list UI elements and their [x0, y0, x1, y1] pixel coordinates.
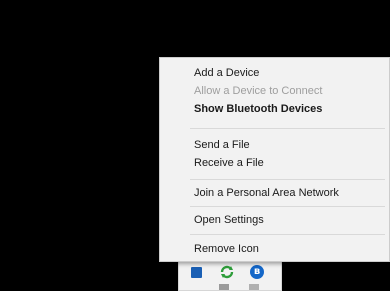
menu-separator — [190, 128, 385, 129]
app-icon[interactable] — [188, 264, 204, 280]
sync-arrows-icon[interactable] — [219, 264, 235, 280]
menu-separator — [190, 179, 385, 180]
menu-item-join-pan[interactable]: Join a Personal Area Network — [160, 183, 389, 203]
tray-icon-partial — [249, 284, 259, 290]
menu-separator — [190, 206, 385, 207]
bluetooth-glyph: ʙ — [250, 265, 264, 279]
bluetooth-context-menu: Add a Device Allow a Device to Connect S… — [159, 57, 390, 262]
menu-separator — [190, 234, 385, 235]
menu-item-receive-file[interactable]: Receive a File — [160, 153, 389, 173]
bluetooth-icon[interactable]: ʙ — [249, 264, 265, 280]
menu-item-send-file[interactable]: Send a File — [160, 135, 389, 155]
menu-item-allow-device-connect: Allow a Device to Connect — [194, 85, 323, 97]
menu-item-remove-icon[interactable]: Remove Icon — [160, 239, 389, 259]
tray-icon-partial — [219, 284, 229, 290]
menu-item-show-bluetooth-devices[interactable]: Show Bluetooth Devices — [160, 99, 389, 119]
menu-item-open-settings[interactable]: Open Settings — [160, 210, 389, 230]
menu-item-add-device[interactable]: Add a Device — [160, 63, 389, 83]
